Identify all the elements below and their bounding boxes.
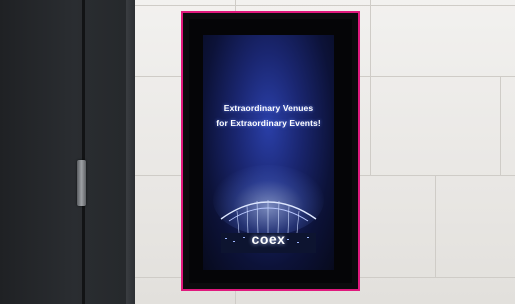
door-gap <box>82 0 85 304</box>
tile-joint <box>500 76 501 175</box>
tile-joint <box>370 0 371 76</box>
headline-line-1: Extraordinary Venues <box>223 103 314 113</box>
door-frame <box>126 0 135 304</box>
door-handle <box>77 160 86 206</box>
digital-signage-kiosk: Extraordinary Venues for Extraordinary E… <box>181 11 360 291</box>
headline-line-2: for Extraordinary Events! <box>216 118 321 128</box>
dark-door <box>0 0 135 304</box>
signage-screen: Extraordinary Venues for Extraordinary E… <box>203 35 334 270</box>
tile-joint <box>435 175 436 277</box>
dome-roof <box>220 201 317 220</box>
photo-scene: Extraordinary Venues for Extraordinary E… <box>0 0 515 304</box>
tile-joint <box>370 76 371 175</box>
signage-headline: Extraordinary Venues for Extraordinary E… <box>203 101 334 131</box>
coex-logo: coex <box>251 231 286 247</box>
tile-joint <box>135 5 515 6</box>
dome-roof-inner <box>228 207 309 222</box>
